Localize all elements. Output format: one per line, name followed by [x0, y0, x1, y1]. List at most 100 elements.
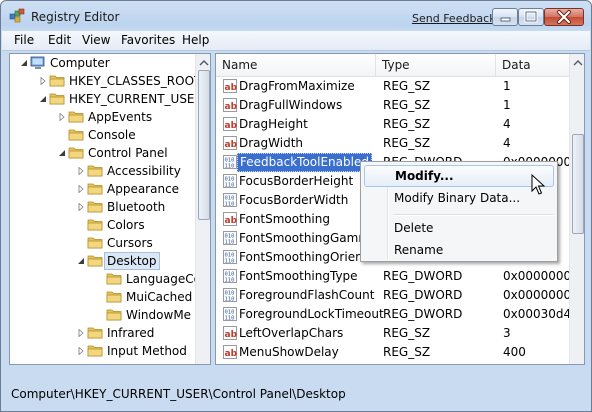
- value-row[interactable]: ab DragFromMaximize REG_SZ 1: [216, 77, 570, 96]
- collapsed-arrow-icon[interactable]: [77, 342, 85, 360]
- value-data: 3: [503, 326, 511, 340]
- value-data: 1: [503, 98, 511, 112]
- context-menu-modify[interactable]: Modify...: [364, 165, 554, 187]
- collapsed-arrow-icon[interactable]: [39, 72, 47, 90]
- context-menu-modify-binary[interactable]: Modify Binary Data...: [364, 187, 554, 209]
- tree-node[interactable]: Input Method: [10, 342, 194, 360]
- status-bar: Computer\HKEY_CURRENT_USER\Control Panel…: [9, 383, 585, 407]
- menu-edit[interactable]: Edit: [48, 33, 71, 47]
- tree-node[interactable]: HKEY_CLASSES_ROOT: [10, 72, 201, 90]
- menu-view[interactable]: View: [82, 33, 110, 47]
- binary-value-icon: 010 110: [223, 250, 237, 265]
- title-bar[interactable]: Registry Editor Send Feedback: [1, 1, 591, 31]
- context-menu-delete[interactable]: Delete: [364, 217, 554, 239]
- tree-node[interactable]: Infrared: [10, 324, 194, 342]
- scroll-up-arrow-icon[interactable]: [571, 56, 585, 70]
- menu-file[interactable]: File: [14, 33, 34, 47]
- tree-node[interactable]: WindowMe: [10, 306, 194, 324]
- expanded-arrow-icon[interactable]: [20, 54, 28, 72]
- close-button[interactable]: [544, 8, 584, 26]
- maximize-button[interactable]: [518, 8, 544, 26]
- value-type: REG_SZ: [383, 98, 431, 112]
- collapsed-arrow-icon[interactable]: [77, 180, 85, 198]
- value-row[interactable]: ab LeftOverlapChars REG_SZ 3: [216, 324, 570, 343]
- menu-help[interactable]: Help: [182, 33, 209, 47]
- registry-editor-icon: [9, 8, 25, 23]
- maximize-icon: [524, 10, 538, 23]
- tree-node-label: WindowMe: [126, 308, 192, 322]
- tree-node-label: Input Method: [107, 344, 187, 358]
- tree-node[interactable]: Desktop: [10, 252, 194, 270]
- tree-node-label: Appearance: [107, 182, 180, 196]
- tree-scroll-thumb[interactable]: [198, 70, 210, 220]
- column-header-type[interactable]: Type: [376, 54, 496, 76]
- value-row[interactable]: ab DragHeight REG_SZ 4: [216, 115, 570, 134]
- column-header-name[interactable]: Name: [216, 54, 376, 76]
- collapsed-arrow-icon[interactable]: [77, 324, 85, 342]
- tree-node[interactable]: AppEvents: [10, 108, 194, 126]
- tree-node[interactable]: Control Panel: [10, 144, 194, 162]
- tree-node[interactable]: LanguageCo: [10, 270, 201, 288]
- collapsed-arrow-icon[interactable]: [58, 108, 66, 126]
- folder-icon: [106, 272, 122, 285]
- value-row[interactable]: ab DragWidth REG_SZ 4: [216, 134, 570, 153]
- string-value-icon: ab: [223, 79, 238, 93]
- string-value-icon: ab: [223, 117, 238, 131]
- folder-icon: [49, 74, 65, 87]
- tree-vertical-scrollbar[interactable]: [195, 54, 211, 364]
- folder-icon: [87, 236, 103, 249]
- expanded-arrow-icon[interactable]: [58, 144, 66, 162]
- list-scroll-thumb[interactable]: [572, 134, 584, 234]
- binary-value-icon: 010 110: [223, 174, 237, 189]
- tree-node-label: HKEY_CURRENT_USER: [69, 92, 203, 106]
- svg-text:110: 110: [225, 164, 235, 170]
- status-bar-path: Computer\HKEY_CURRENT_USER\Control Panel…: [11, 387, 346, 401]
- tree-node[interactable]: Cursors: [10, 234, 194, 252]
- minimize-button[interactable]: [492, 8, 518, 26]
- value-type: REG_SZ: [383, 345, 431, 359]
- binary-value-icon: 010 110: [223, 231, 237, 246]
- binary-value-icon: 010 110: [223, 155, 237, 170]
- binary-value-icon: 010 110: [223, 193, 237, 208]
- value-row[interactable]: 010 110 ForegroundFlashCount REG_DWORD 0x000…: [216, 286, 579, 305]
- tree-node-label: Cursors: [107, 236, 153, 250]
- svg-text:110: 110: [225, 240, 235, 246]
- tree-node-label: AppEvents: [88, 110, 153, 124]
- folder-icon: [68, 110, 84, 123]
- tree-node[interactable]: Colors: [10, 216, 194, 234]
- value-type: REG_SZ: [383, 117, 431, 131]
- send-feedback-link[interactable]: Send Feedback: [412, 12, 496, 25]
- list-vertical-scrollbar[interactable]: [569, 54, 585, 364]
- value-row[interactable]: 010 110 FontSmoothingType REG_DWORD 0x000000…: [216, 267, 579, 286]
- column-header-data[interactable]: Data: [496, 54, 570, 76]
- svg-text:ab: ab: [225, 102, 238, 112]
- tree-node[interactable]: Accessibility: [10, 162, 194, 180]
- tree-node[interactable]: Appearance: [10, 180, 194, 198]
- collapsed-arrow-icon[interactable]: [77, 162, 85, 180]
- tree-node[interactable]: Computer: [10, 54, 194, 72]
- expanded-arrow-icon[interactable]: [39, 90, 47, 108]
- scroll-up-arrow-icon[interactable]: [197, 56, 211, 70]
- expanded-arrow-icon[interactable]: [77, 252, 85, 270]
- value-type: REG_SZ: [383, 136, 431, 150]
- string-value-icon: ab: [223, 212, 238, 226]
- value-name: DragFromMaximize: [239, 79, 355, 93]
- folder-icon: [87, 326, 103, 339]
- value-data: 1: [503, 79, 511, 93]
- tree-node[interactable]: Console: [10, 126, 194, 144]
- svg-text:ab: ab: [225, 140, 238, 150]
- tree-node[interactable]: HKEY_CURRENT_USER: [10, 90, 203, 108]
- value-row[interactable]: 010 110 ForegroundLockTimeout REG_DWORD 0x00…: [216, 305, 579, 324]
- menu-bar: File Edit View Favorites Help: [2, 31, 590, 51]
- key-tree-pane[interactable]: Computer HKEY_CLASSES_ROOT HKEY_CURRENT_US…: [9, 53, 211, 365]
- folder-icon: [87, 344, 103, 357]
- tree-node[interactable]: Bluetooth: [10, 198, 194, 216]
- string-value-icon: ab: [223, 98, 238, 112]
- collapsed-arrow-icon[interactable]: [77, 198, 85, 216]
- tree-node[interactable]: MuiCached: [10, 288, 194, 306]
- value-row[interactable]: ab MenuShowDelay REG_SZ 400: [216, 343, 570, 362]
- menu-favorites[interactable]: Favorites: [121, 33, 175, 47]
- context-menu-rename[interactable]: Rename: [364, 239, 554, 261]
- value-row[interactable]: ab DragFullWindows REG_SZ 1: [216, 96, 570, 115]
- column-header-row: Name Type Data: [216, 54, 570, 77]
